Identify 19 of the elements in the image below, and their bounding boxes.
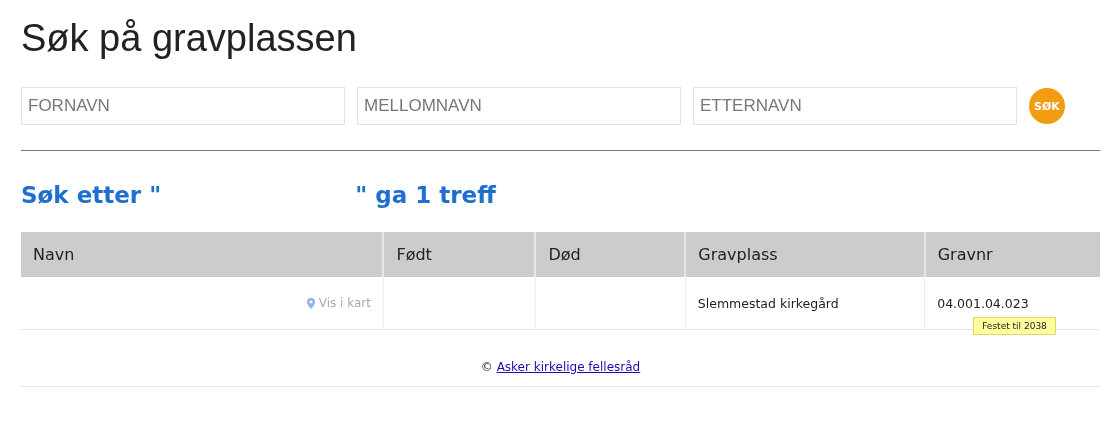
result-heading: Søk etter " bbox=[21, 181, 162, 210]
search-field[interactable]: FORNAVN bbox=[21, 87, 345, 125]
map-link[interactable]: Vis i kart bbox=[33, 296, 371, 310]
page-title: Søk på gravplassen bbox=[21, 16, 358, 61]
location-pin-icon bbox=[306, 297, 315, 309]
column-header: Død bbox=[535, 232, 686, 277]
table-cell: Slemmestad kirkegård bbox=[697, 295, 839, 311]
result-heading: " ga 1 treff bbox=[355, 181, 496, 210]
tooltip: Festet til 2038 bbox=[973, 317, 1056, 335]
organization-link[interactable]: Asker kirkelige fellesråd bbox=[496, 360, 641, 374]
table-cell: 04.001.04.023 bbox=[937, 295, 1029, 311]
search-field[interactable]: MELLOMNAVN bbox=[357, 87, 681, 125]
column-header: Født bbox=[383, 232, 536, 277]
column-header: Gravplass bbox=[685, 232, 925, 277]
search-field[interactable]: ETTERNAVN bbox=[693, 87, 1017, 125]
search-button[interactable]: SØK bbox=[1029, 88, 1065, 124]
column-header: Gravnr bbox=[924, 232, 1100, 277]
copyright-symbol: © bbox=[480, 360, 493, 374]
column-header: Navn bbox=[21, 232, 384, 277]
